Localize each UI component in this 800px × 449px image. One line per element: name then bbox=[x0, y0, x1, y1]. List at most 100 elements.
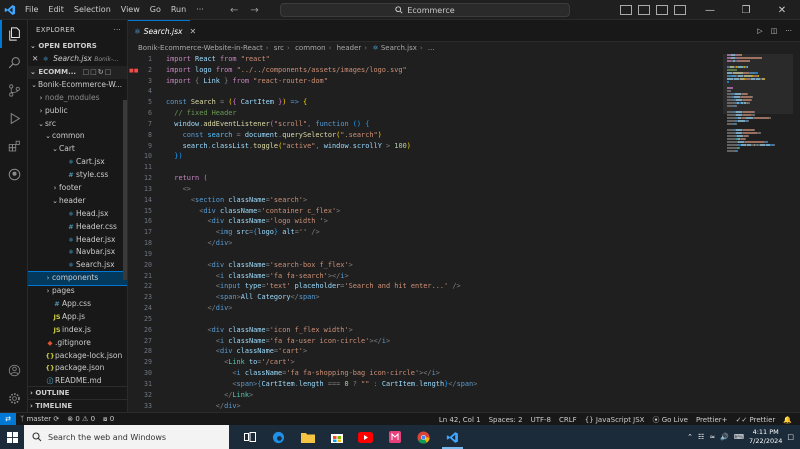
taskbar-search-box[interactable]: Search the web and Windows bbox=[24, 425, 229, 449]
accounts-icon[interactable] bbox=[0, 356, 28, 384]
youtube-icon[interactable] bbox=[351, 425, 380, 449]
tree-item[interactable]: {}package-lock.json bbox=[28, 350, 127, 363]
customize-layout-icon[interactable] bbox=[674, 5, 686, 15]
menu-file[interactable]: File bbox=[20, 0, 43, 20]
code-line[interactable]: <span>{CartItem.length === 0 ? "" : Cart… bbox=[166, 379, 716, 390]
keyboard-icon[interactable]: ⌨ bbox=[734, 433, 744, 441]
sidebar-scrollbar[interactable] bbox=[123, 100, 127, 280]
chevron-up-icon[interactable]: ⌃ bbox=[687, 433, 693, 441]
tree-item[interactable]: ⌄common bbox=[28, 130, 127, 143]
command-center-search[interactable]: Ecommerce bbox=[280, 3, 570, 17]
folder-header[interactable]: ⌄ ECOMM... □□↻□ bbox=[28, 65, 127, 79]
close-tab-icon[interactable]: ✕ bbox=[189, 27, 196, 36]
tree-item[interactable]: # App.css bbox=[28, 298, 127, 311]
tree-item[interactable]: ⚛ Cart.jsx bbox=[28, 156, 127, 169]
tree-item[interactable]: ⌄src bbox=[28, 118, 127, 131]
edge-browser-icon[interactable] bbox=[264, 425, 293, 449]
app-icon[interactable] bbox=[380, 425, 409, 449]
code-line[interactable]: const Search = ({ CartItem }) => { bbox=[166, 97, 716, 108]
code-line[interactable]: return ( bbox=[166, 173, 716, 184]
source-control-icon[interactable] bbox=[0, 76, 28, 104]
code-line[interactable]: </div> bbox=[166, 401, 716, 412]
tree-item[interactable]: ⌄header bbox=[28, 195, 127, 208]
branch-indicator[interactable]: ᛉ master ⟳ bbox=[16, 415, 63, 423]
code-line[interactable]: search.classList.toggle("active", window… bbox=[166, 141, 716, 152]
menu-more[interactable]: ··· bbox=[191, 0, 209, 20]
settings-gear-icon[interactable] bbox=[0, 384, 28, 412]
breadcrumb-file[interactable]: Search.jsx bbox=[381, 44, 417, 52]
tree-item[interactable]: JSApp.js bbox=[28, 311, 127, 324]
go-live-button[interactable]: ⦿ Go Live bbox=[648, 415, 691, 425]
restore-button[interactable]: ❐ bbox=[728, 0, 764, 20]
toggle-secondary-sidebar-icon[interactable] bbox=[656, 5, 668, 15]
more-actions-icon[interactable]: ··· bbox=[113, 20, 121, 40]
tree-item[interactable]: › node_modules bbox=[28, 92, 127, 105]
breadcrumb-symbol[interactable]: ... bbox=[428, 44, 435, 52]
code-line[interactable] bbox=[166, 249, 716, 260]
editor-more-icon[interactable]: ··· bbox=[785, 27, 792, 35]
code-line[interactable]: }) bbox=[166, 151, 716, 162]
tree-item[interactable]: ⚛ Navbar.jsx bbox=[28, 246, 127, 259]
prettier-plus-status[interactable]: Prettier+ bbox=[692, 416, 732, 424]
breadcrumb-common[interactable]: common bbox=[295, 44, 326, 52]
tree-item[interactable]: ⌄Cart bbox=[28, 143, 127, 156]
breadcrumb-src[interactable]: src bbox=[274, 44, 284, 52]
breadcrumb-header[interactable]: header bbox=[337, 44, 362, 52]
code-line[interactable]: <span>All Category</span> bbox=[166, 292, 716, 303]
minimap[interactable] bbox=[723, 54, 800, 412]
vscode-taskbar-icon[interactable] bbox=[438, 425, 467, 449]
split-editor-icon[interactable]: ◫ bbox=[771, 27, 778, 35]
notifications-bell-icon[interactable]: 🔔 bbox=[779, 416, 796, 424]
code-line[interactable]: import logo from "../../components/asset… bbox=[166, 65, 716, 76]
menu-go[interactable]: Go bbox=[145, 0, 166, 20]
code-line[interactable]: <div className='icon f_flex width'> bbox=[166, 325, 716, 336]
menu-view[interactable]: View bbox=[116, 0, 145, 20]
windows-start-icon[interactable] bbox=[0, 425, 24, 449]
code-line[interactable]: <div className='cart'> bbox=[166, 346, 716, 357]
tree-item[interactable]: ◆ .gitignore bbox=[28, 337, 127, 350]
store-icon[interactable] bbox=[322, 425, 351, 449]
code-line[interactable]: import { Link } from "react-router-dom" bbox=[166, 76, 716, 87]
wifi-icon[interactable]: ≈ bbox=[709, 433, 715, 441]
menu-run[interactable]: Run bbox=[166, 0, 191, 20]
chrome-icon[interactable] bbox=[409, 425, 438, 449]
code-line[interactable]: <img src={logo} alt='' /> bbox=[166, 227, 716, 238]
tree-item[interactable]: # style.css bbox=[28, 169, 127, 182]
code-line[interactable]: <div className='search-box f_flex'> bbox=[166, 260, 716, 271]
code-line[interactable]: <input type='text' placeholder='Search a… bbox=[166, 281, 716, 292]
code-line[interactable]: <Link to='/cart'> bbox=[166, 357, 716, 368]
search-view-icon[interactable] bbox=[0, 48, 28, 76]
tree-item[interactable]: ⌄Bonik-Ecommerce-W... bbox=[28, 79, 127, 92]
file-explorer-icon[interactable] bbox=[293, 425, 322, 449]
code-line[interactable]: <i className='fa fa-search'></i> bbox=[166, 271, 716, 282]
code-line[interactable]: </Link> bbox=[166, 390, 716, 401]
run-icon[interactable]: ▷ bbox=[757, 27, 762, 35]
code-line[interactable]: <section className='search'> bbox=[166, 195, 716, 206]
tree-item[interactable]: JSindex.js bbox=[28, 324, 127, 337]
folder-action-icons[interactable]: □□↻□ bbox=[83, 68, 113, 76]
tree-item[interactable]: › footer bbox=[28, 182, 127, 195]
code-line[interactable]: <i className='fa fa-user icon-circle'></… bbox=[166, 336, 716, 347]
menu-selection[interactable]: Selection bbox=[69, 0, 116, 20]
tree-item[interactable]: › pages bbox=[28, 285, 127, 298]
volume-icon[interactable]: 🔊 bbox=[720, 433, 729, 441]
menu-edit[interactable]: Edit bbox=[43, 0, 69, 20]
clock[interactable]: 4:11 PM 7/22/2024 bbox=[749, 428, 782, 446]
outline-header[interactable]: › OUTLINE bbox=[28, 386, 127, 399]
toggle-panel-icon[interactable] bbox=[638, 5, 650, 15]
code-line[interactable]: import React from "react" bbox=[166, 54, 716, 65]
breadcrumb-root[interactable]: Bonik-Ecommerce-Website-in-React bbox=[138, 44, 263, 52]
tree-item[interactable]: › public bbox=[28, 105, 127, 118]
open-editors-header[interactable]: ⌄ OPEN EDITORS bbox=[28, 40, 127, 53]
tree-item[interactable]: {}package.json bbox=[28, 362, 127, 375]
encoding[interactable]: UTF-8 bbox=[527, 416, 555, 424]
tree-item[interactable]: ⚛ Search.jsx bbox=[28, 259, 127, 272]
forward-arrow-icon[interactable]: → bbox=[250, 5, 258, 16]
code-line[interactable]: </div> bbox=[166, 303, 716, 314]
problems-indicator[interactable]: ⊗ 0 ⚠ 0 bbox=[63, 415, 99, 423]
toggle-primary-sidebar-icon[interactable] bbox=[620, 5, 632, 15]
code-line[interactable]: const search = document.querySelector(".… bbox=[166, 130, 716, 141]
code-line[interactable]: window.addEventListener("scroll", functi… bbox=[166, 119, 716, 130]
code-line[interactable]: <div className='container c_flex'> bbox=[166, 206, 716, 217]
explorer-icon[interactable] bbox=[0, 20, 28, 48]
